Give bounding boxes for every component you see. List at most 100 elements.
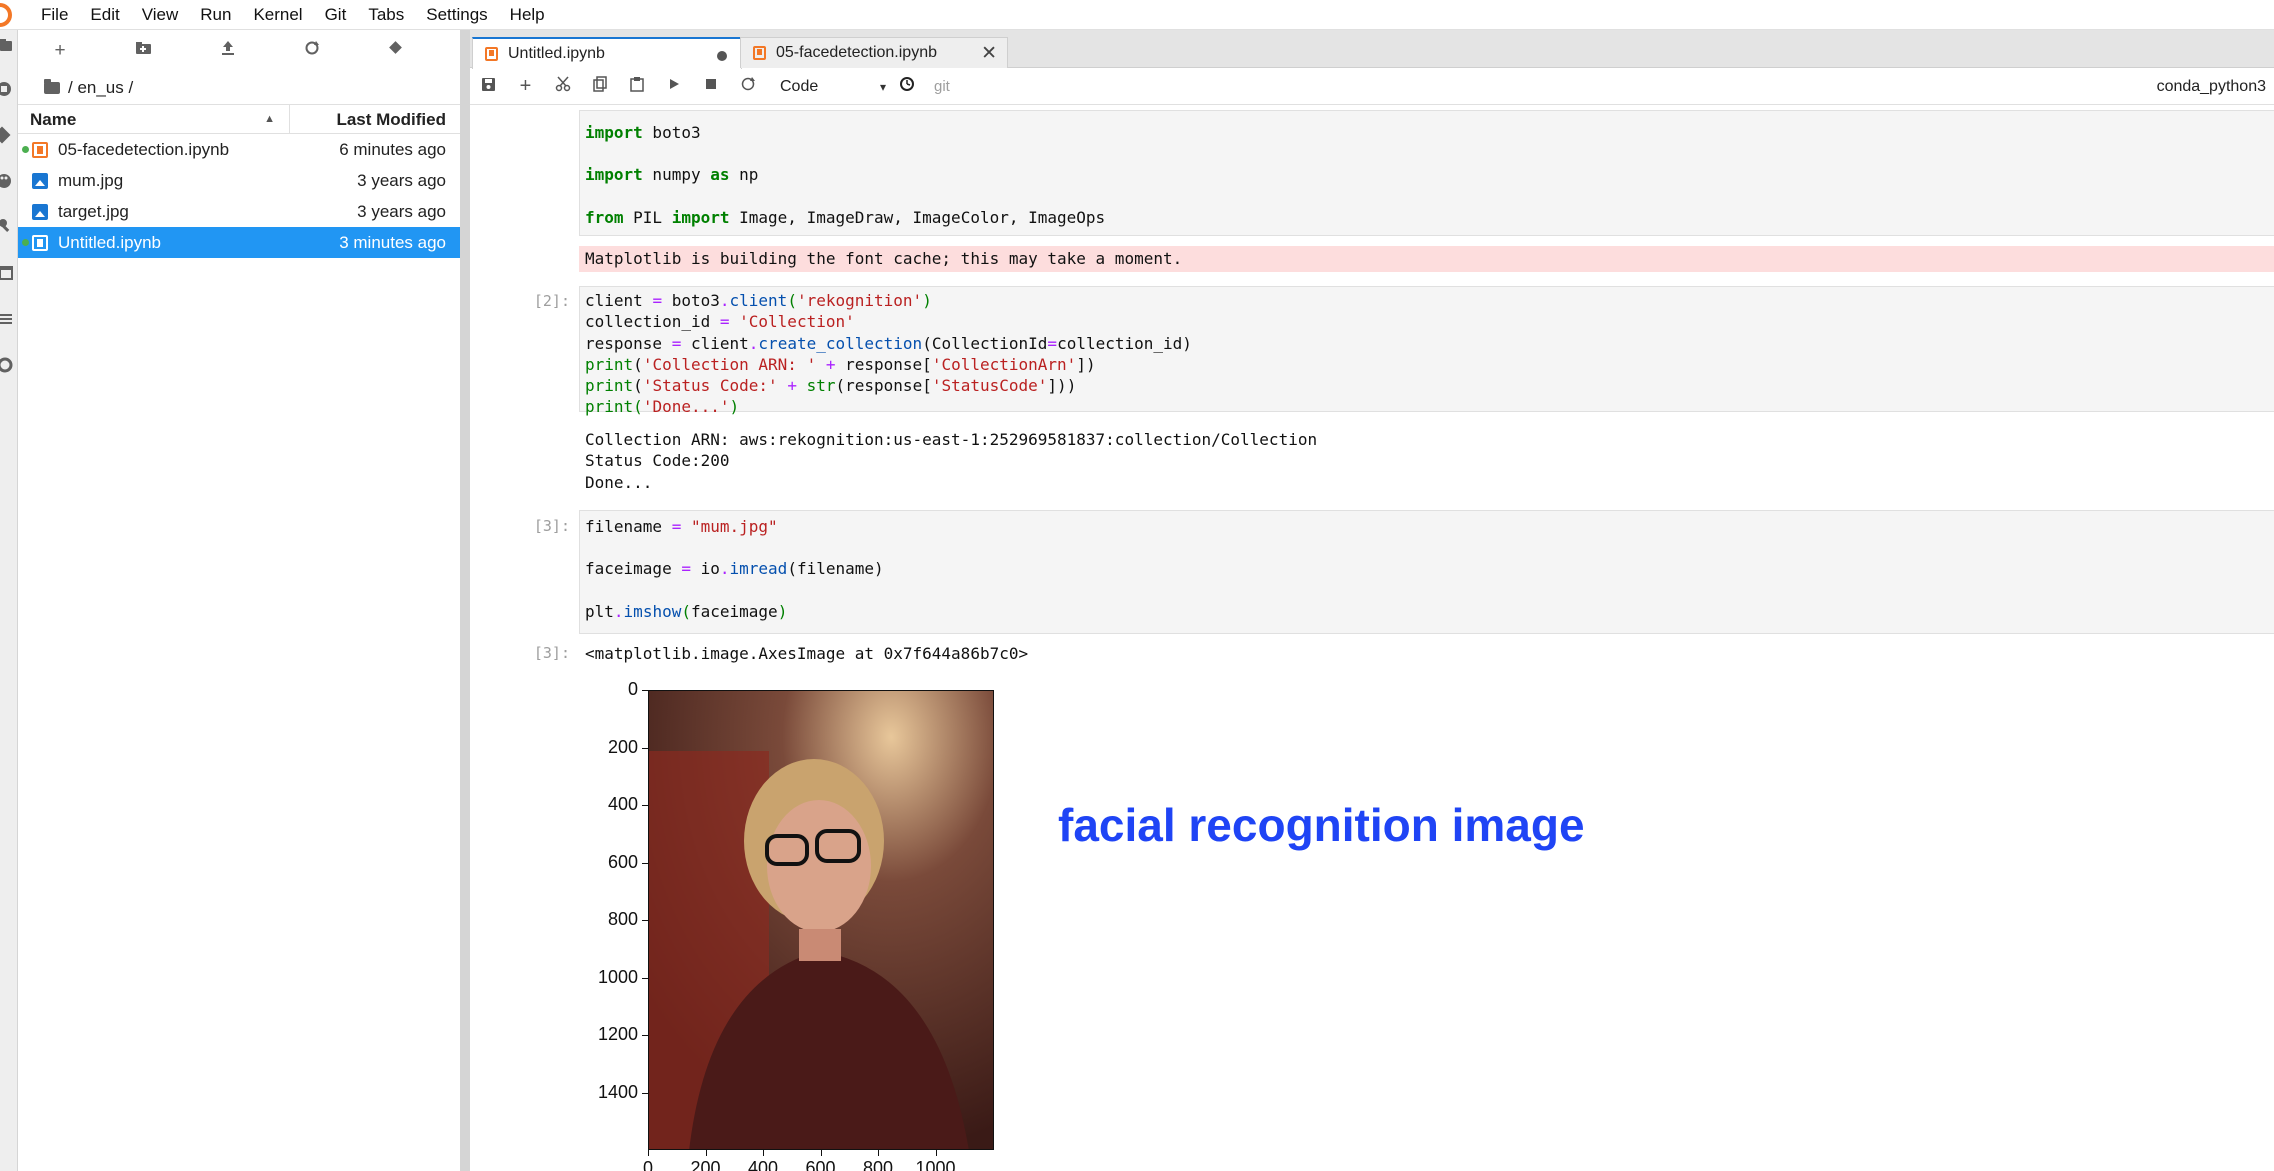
git-label[interactable]: git xyxy=(934,78,950,95)
upload-icon xyxy=(222,41,234,55)
menu-view[interactable]: View xyxy=(131,5,190,25)
face-photo xyxy=(648,690,994,1150)
code-line: collection_id = 'Collection' xyxy=(585,312,855,332)
refresh-button[interactable] xyxy=(270,40,354,62)
git-clone-icon xyxy=(389,41,402,54)
folder-icon[interactable] xyxy=(44,79,60,94)
output-line: Collection ARN: aws:rekognition:us-east-… xyxy=(585,430,1318,449)
file-modified: 3 years ago xyxy=(357,201,446,221)
file-name: 05-facedetection.ipynb xyxy=(58,139,230,159)
file-row[interactable]: target.jpg 3 years ago xyxy=(18,196,460,227)
file-name: mum.jpg xyxy=(58,170,124,190)
cell-type-select[interactable]: Code ▾ xyxy=(774,75,892,99)
notebook-icon xyxy=(32,141,48,158)
menu-bar: File Edit View Run Kernel Git Tabs Setti… xyxy=(0,0,2274,30)
tab-untitled[interactable]: Untitled.ipynb xyxy=(472,37,742,69)
palette-icon[interactable] xyxy=(0,172,16,190)
unsaved-dot-icon[interactable] xyxy=(717,51,727,61)
notebook-icon xyxy=(485,47,498,61)
image-file-icon xyxy=(32,172,48,189)
menu-settings[interactable]: Settings xyxy=(415,5,498,25)
x-tick-mark xyxy=(820,1150,822,1156)
upload-button[interactable] xyxy=(186,40,270,62)
interrupt-button[interactable] xyxy=(692,77,729,96)
x-tick-mark xyxy=(878,1150,879,1156)
cell-prompt: [3]: xyxy=(533,517,570,535)
document-tab-bar: Untitled.ipynb 05-facedetection.ipynb ✕ xyxy=(470,30,2274,69)
code-line: from PIL import Image, ImageDraw, ImageC… xyxy=(585,207,1106,227)
code-line: import boto3 xyxy=(585,123,701,142)
code-line: faceimage = io.imread(filename) xyxy=(585,559,884,579)
file-name: target.jpg xyxy=(58,201,129,221)
x-tick-label: 200 xyxy=(690,1158,721,1171)
output-line: Status Code:200 xyxy=(585,451,730,470)
run-button[interactable] xyxy=(655,77,692,96)
copy-button[interactable] xyxy=(581,76,618,97)
file-row[interactable]: 05-facedetection.ipynb 6 minutes ago xyxy=(18,134,460,165)
tabs-icon[interactable] xyxy=(0,264,16,282)
file-browser-toolbar: + xyxy=(18,30,460,72)
play-icon xyxy=(669,79,679,89)
sort-ascending-icon: ▲ xyxy=(264,113,275,125)
activity-bar xyxy=(0,30,18,1171)
menu-git[interactable]: Git xyxy=(314,5,358,25)
menu-kernel[interactable]: Kernel xyxy=(242,5,313,25)
extension-icon[interactable] xyxy=(0,356,16,374)
code-cell[interactable]: filename = "mum.jpg" faceimage = io.imre… xyxy=(579,510,2274,634)
running-icon[interactable] xyxy=(0,80,16,98)
file-row[interactable]: mum.jpg 3 years ago xyxy=(18,165,460,196)
breadcrumb-path[interactable]: / en_us / xyxy=(68,78,133,98)
y-tick-label: 0 xyxy=(627,679,638,699)
kernel-name[interactable]: conda_python3 xyxy=(2157,78,2266,96)
refresh-icon xyxy=(305,41,319,55)
x-tick-label: 0 xyxy=(642,1158,653,1171)
cell-prompt: [3]: xyxy=(533,644,570,662)
x-tick-label: 800 xyxy=(862,1158,894,1171)
wrench-icon[interactable] xyxy=(0,218,16,236)
file-row-selected[interactable]: Untitled.ipynb 3 minutes ago xyxy=(18,227,460,258)
paste-icon xyxy=(629,77,644,92)
y-tick-label: 800 xyxy=(607,909,638,929)
clock-button[interactable] xyxy=(892,76,922,97)
file-modified: 3 minutes ago xyxy=(339,232,446,252)
menu-file[interactable]: File xyxy=(30,5,79,25)
toc-icon[interactable] xyxy=(0,310,16,328)
x-tick-mark xyxy=(935,1150,937,1156)
cut-button[interactable] xyxy=(544,76,581,97)
running-indicator-icon xyxy=(22,239,29,246)
menu-tabs[interactable]: Tabs xyxy=(357,5,415,25)
clock-icon xyxy=(900,77,914,91)
new-folder-button[interactable] xyxy=(102,40,186,62)
save-button[interactable] xyxy=(470,77,507,97)
code-line: response = client.create_collection(Coll… xyxy=(585,333,1192,353)
y-tick-label: 400 xyxy=(607,794,638,814)
git-icon[interactable] xyxy=(0,126,16,144)
save-icon xyxy=(482,77,495,91)
column-header-name[interactable]: Name ▲ xyxy=(18,105,290,133)
column-header-modified[interactable]: Last Modified xyxy=(290,105,460,133)
tab-label: Untitled.ipynb xyxy=(508,45,605,62)
breadcrumb: / en_us / xyxy=(18,72,460,104)
close-icon[interactable]: ✕ xyxy=(981,42,997,65)
menu-edit[interactable]: Edit xyxy=(79,5,130,25)
code-cell[interactable]: import boto3 import numpy as np from PIL… xyxy=(579,110,2274,236)
code-cell[interactable]: client = boto3.client('rekognition') col… xyxy=(579,286,2274,416)
code-line: filename = "mum.jpg" xyxy=(585,517,778,536)
restart-button[interactable] xyxy=(729,76,766,97)
cell-type-value: Code xyxy=(780,77,819,95)
face-photo-image xyxy=(649,691,993,1149)
menu-run[interactable]: Run xyxy=(189,5,242,25)
tab-facedetection[interactable]: 05-facedetection.ipynb ✕ xyxy=(740,37,1008,68)
paste-button[interactable] xyxy=(618,76,655,97)
notebook-icon xyxy=(753,46,766,60)
git-clone-button[interactable] xyxy=(354,40,438,62)
panel-splitter[interactable] xyxy=(460,30,470,1171)
stderr-output: Matplotlib is building the font cache; t… xyxy=(579,246,2274,272)
new-launcher-button[interactable]: + xyxy=(18,40,102,62)
file-list-header: Name ▲ Last Modified xyxy=(18,104,460,134)
output-text: <matplotlib.image.AxesImage at 0x7f644a8… xyxy=(585,644,1029,663)
folder-icon[interactable] xyxy=(0,36,16,54)
menu-help[interactable]: Help xyxy=(499,5,556,25)
insert-cell-button[interactable]: + xyxy=(507,75,544,98)
code-line: plt.imshow(faceimage) xyxy=(585,601,788,621)
